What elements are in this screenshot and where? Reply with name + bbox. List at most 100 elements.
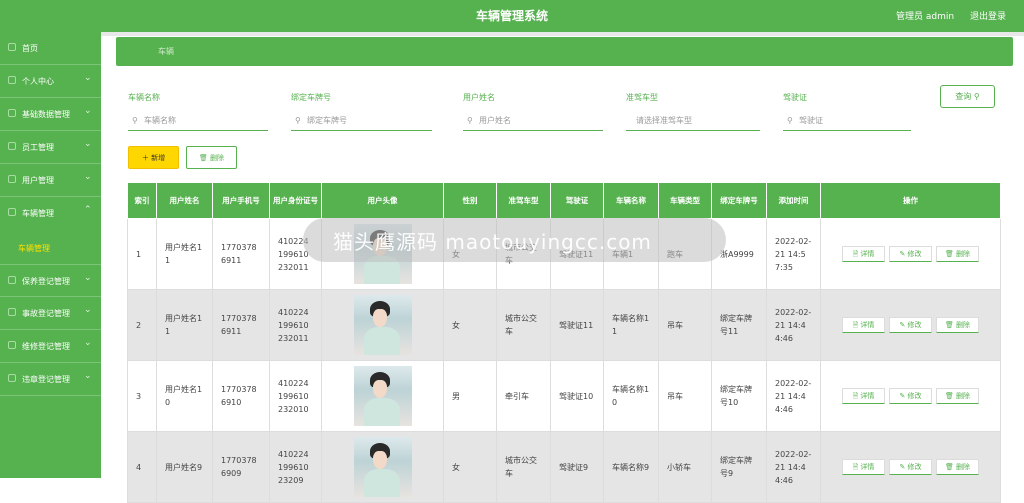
cell-car-type: 小轿车 [658, 431, 712, 503]
sidebar-subitem-vehicle-management[interactable]: 车辆管理 [18, 243, 50, 254]
column-header: 添加时间 [766, 182, 821, 219]
cell-user-name: 用户姓名11 [156, 218, 213, 290]
edit-button[interactable]: ✎ 修改 [889, 459, 932, 475]
cell-avatar [321, 289, 444, 361]
sidebar-item-vehicles[interactable]: 车辆管理 ⌃ [0, 197, 101, 263]
sidebar-item-profile[interactable]: 个人中心 ⌄ [0, 65, 101, 98]
cell-user-name: 用户姓名10 [156, 360, 213, 432]
sidebar-item-label: 事故登记管理 [22, 309, 70, 318]
sidebar-item-label: 车辆管理 [22, 209, 54, 218]
cell-car-type: 吊车 [658, 289, 712, 361]
sidebar-item-users[interactable]: 用户管理 ⌄ [0, 164, 101, 197]
license-type-select[interactable] [626, 111, 760, 131]
column-header: 索引 [127, 182, 157, 219]
cell-license: 驾驶证11 [550, 289, 604, 361]
detail-button[interactable]: 🗎 详情 [842, 459, 885, 475]
sidebar-item-repairs[interactable]: 维修登记管理 ⌄ [0, 330, 101, 363]
row-delete-button[interactable]: 🗑 删除 [936, 388, 979, 404]
row-delete-button[interactable]: 🗑 删除 [936, 459, 979, 475]
query-button[interactable]: 查询 ⚲ [940, 85, 995, 108]
cell-actions: 🗎 详情 ✎ 修改 🗑 删除 [820, 218, 1001, 290]
cell-actions: 🗎 详情 ✎ 修改 🗑 删除 [820, 289, 1001, 361]
wrench-icon [8, 276, 16, 284]
cell-phone: 17703786911 [212, 289, 270, 361]
cell-actions: 🗎 详情 ✎ 修改 🗑 删除 [820, 360, 1001, 432]
license-input[interactable] [783, 111, 911, 131]
filter-label-plate: 绑定车牌号 [291, 93, 331, 102]
sidebar-item-label: 首页 [22, 44, 38, 53]
column-header: 车辆名称 [603, 182, 659, 219]
plate-input[interactable] [291, 111, 432, 131]
cell-car-name: 车辆名称9 [603, 431, 659, 503]
row-delete-button[interactable]: 🗑 删除 [936, 246, 979, 262]
car-name-input[interactable] [128, 111, 268, 131]
avatar [353, 437, 412, 497]
cell-license-type: 城市公交车 [496, 289, 551, 361]
chevron-down-icon: ⌄ [84, 338, 92, 348]
edit-button[interactable]: ✎ 修改 [889, 246, 932, 262]
sidebar-item-staff[interactable]: 员工管理 ⌄ [0, 131, 101, 164]
cell-license: 驾驶证9 [550, 431, 604, 503]
cell-id-card: 410224199610232010 [269, 360, 322, 432]
cell-time: 2022-02-21 14:44:46 [766, 360, 821, 432]
cell-time: 2022-02-21 14:57:35 [766, 218, 821, 290]
home-icon [8, 43, 16, 51]
filter-label-car-name: 车辆名称 [128, 93, 160, 102]
add-button[interactable]: ＋ 新增 [128, 146, 179, 169]
watermark-text: 猫头鹰源码 maotouyingcc.com [333, 230, 652, 254]
column-header: 准驾车型 [496, 182, 551, 219]
user-name-input[interactable] [463, 111, 603, 131]
cell-index: 3 [127, 360, 157, 432]
sidebar-item-violations[interactable]: 违章登记管理 ⌄ [0, 363, 101, 396]
filter-label-license: 驾驶证 [783, 93, 807, 102]
edit-button[interactable]: ✎ 修改 [889, 317, 932, 333]
detail-button[interactable]: 🗎 详情 [842, 246, 885, 262]
table-row: 2 用户姓名11 17703786911 410224199610232011 … [127, 289, 1001, 361]
cell-plate: 绑定车牌号9 [711, 431, 767, 503]
chevron-down-icon: ⌄ [84, 139, 92, 149]
chevron-down-icon: ⌄ [84, 371, 92, 381]
breadcrumb: 车辆 [116, 37, 1013, 66]
tool-icon [8, 341, 16, 349]
current-user: 管理员 admin [896, 12, 955, 22]
logout-link[interactable]: 退出登录 [970, 9, 1006, 22]
row-delete-button[interactable]: 🗑 删除 [936, 317, 979, 333]
table-header-row: 索引 用户姓名 用户手机号 用户身份证号 用户头像 性别 准驾车型 驾驶证 车辆… [127, 182, 1001, 219]
sidebar-item-label: 员工管理 [22, 143, 54, 152]
column-header: 用户身份证号 [269, 182, 322, 219]
watermark-banner: 猫头鹰源码 maotouyingcc.com [303, 218, 726, 262]
sidebar-item-accidents[interactable]: 事故登记管理 ⌄ [0, 297, 101, 330]
sidebar-item-base-data[interactable]: 基础数据管理 ⌄ [0, 98, 101, 131]
cell-phone: 17703786909 [212, 431, 270, 503]
cell-gender: 女 [443, 431, 497, 503]
sidebar-item-label: 个人中心 [22, 77, 54, 86]
top-bar: 车辆管理系统 管理员 admin 退出登录 [0, 0, 1024, 32]
edit-button[interactable]: ✎ 修改 [889, 388, 932, 404]
cell-car-name: 车辆名称10 [603, 360, 659, 432]
delete-button[interactable]: 🗑 删除 [186, 146, 237, 169]
sidebar-item-home[interactable]: 首页 [0, 32, 101, 65]
cell-car-name: 车辆名称11 [603, 289, 659, 361]
sidebar-item-label: 用户管理 [22, 176, 54, 185]
column-header: 用户姓名 [156, 182, 213, 219]
column-header: 驾驶证 [550, 182, 604, 219]
cell-gender: 女 [443, 289, 497, 361]
sidebar-item-maintenance[interactable]: 保养登记管理 ⌄ [0, 264, 101, 297]
filter-label-license-type: 准驾车型 [626, 93, 658, 102]
cell-time: 2022-02-21 14:44:46 [766, 431, 821, 503]
detail-button[interactable]: 🗎 详情 [842, 388, 885, 404]
filter-label-user-name: 用户姓名 [463, 93, 495, 102]
cell-index: 4 [127, 431, 157, 503]
sidebar-item-label: 违章登记管理 [22, 375, 70, 384]
cell-plate: 绑定车牌号11 [711, 289, 767, 361]
breadcrumb-current: 车辆 [158, 47, 174, 56]
cell-license-type: 牵引车 [496, 360, 551, 432]
detail-button[interactable]: 🗎 详情 [842, 317, 885, 333]
cell-phone: 17703786911 [212, 218, 270, 290]
chevron-down-icon: ⌄ [84, 73, 92, 83]
users-icon [8, 175, 16, 183]
cell-license: 驾驶证10 [550, 360, 604, 432]
cell-avatar [321, 360, 444, 432]
user-icon [8, 76, 16, 84]
database-icon [8, 109, 16, 117]
